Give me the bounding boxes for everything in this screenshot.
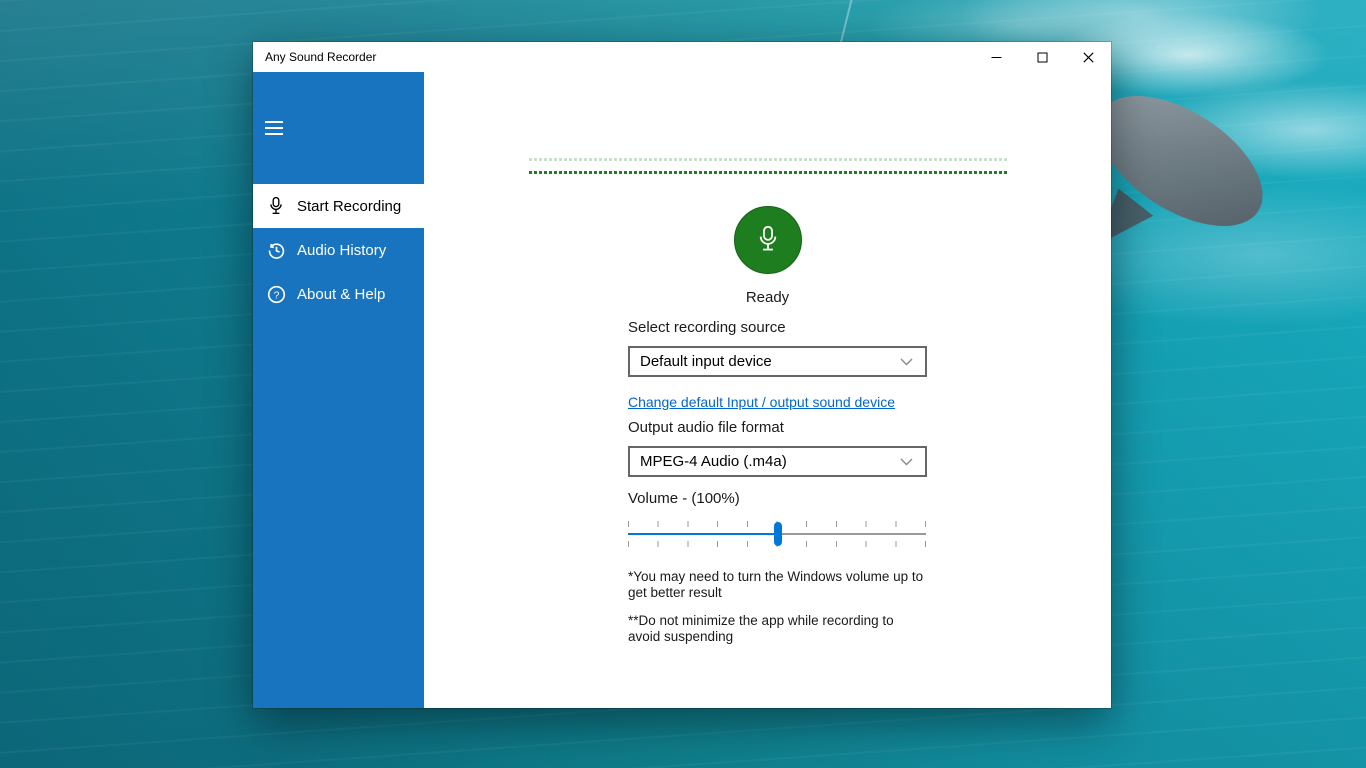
hamburger-icon [265,121,283,123]
minimize-icon [991,52,1002,63]
help-icon: ? [266,284,286,304]
history-icon [266,240,286,260]
output-format-label: Output audio file format [628,419,784,436]
sidebar-item-label: Audio History [297,242,386,259]
status-text: Ready [424,289,1111,306]
sidebar-item-label: About & Help [297,286,385,303]
app-window: Any Sound Recorder [253,42,1111,708]
sidebar-item-about-help[interactable]: ? About & Help [253,272,424,316]
output-format-value: MPEG-4 Audio (.m4a) [630,453,900,470]
close-icon [1083,52,1094,63]
volume-label: Volume - (100%) [628,490,740,507]
recording-source-combobox[interactable]: Default input device [628,346,927,377]
sidebar-nav: Start Recording Audio History ? [253,184,424,316]
sidebar-item-start-recording[interactable]: Start Recording [253,184,424,228]
chevron-down-icon [900,358,925,366]
close-button[interactable] [1065,42,1111,72]
minimize-button[interactable] [973,42,1019,72]
svg-text:?: ? [273,290,279,301]
output-format-combobox[interactable]: MPEG-4 Audio (.m4a) [628,446,927,477]
waveform-baseline-faint [529,158,1009,161]
recording-source-value: Default input device [630,353,900,370]
record-button[interactable] [734,206,802,274]
note-windows-volume: *You may need to turn the Windows volume… [628,569,928,601]
sidebar-item-label: Start Recording [297,198,401,215]
titlebar: Any Sound Recorder [253,42,1111,72]
recording-source-label: Select recording source [628,319,786,336]
volume-slider[interactable] [628,519,926,549]
maximize-button[interactable] [1019,42,1065,72]
slider-thumb[interactable] [774,522,782,546]
hamburger-menu-button[interactable] [253,108,301,148]
sidebar-item-audio-history[interactable]: Audio History [253,228,424,272]
change-default-device-link[interactable]: Change default Input / output sound devi… [628,394,895,410]
chevron-down-icon [900,458,925,466]
note-do-not-minimize: **Do not minimize the app while recordin… [628,613,928,645]
sidebar: Start Recording Audio History ? [253,72,424,708]
maximize-icon [1037,52,1048,63]
main-content: Ready Select recording source Default in… [424,72,1111,708]
window-title: Any Sound Recorder [253,50,973,64]
waveform-baseline [529,171,1009,174]
microphone-icon [755,224,781,257]
microphone-icon [266,196,286,216]
